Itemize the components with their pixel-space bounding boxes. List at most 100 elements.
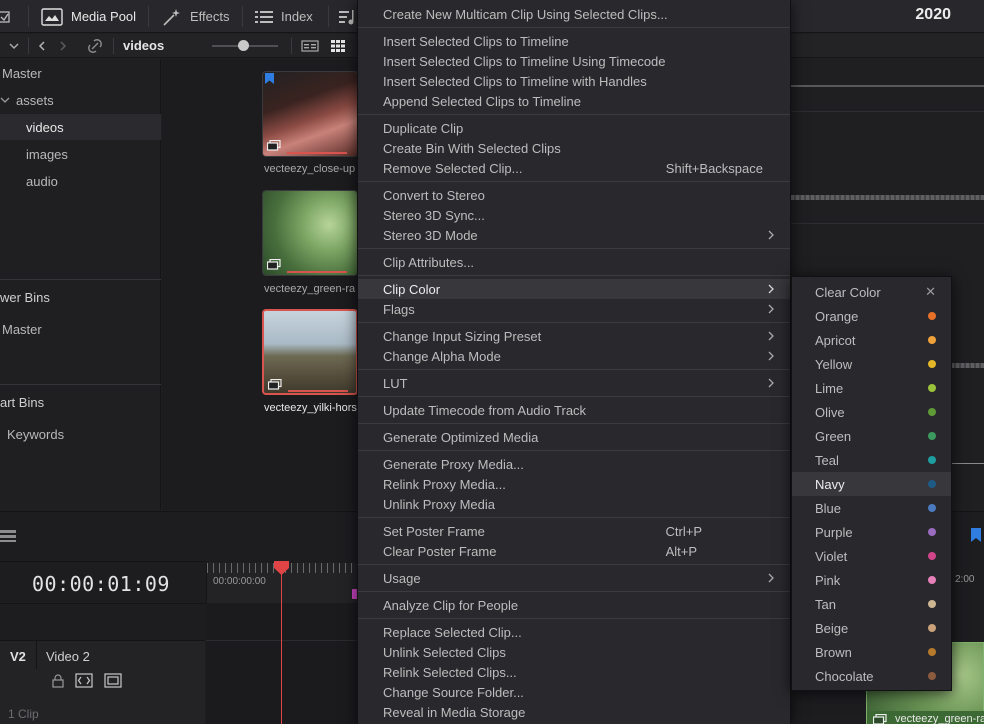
menu-item-insert-handles[interactable]: Insert Selected Clips to Timeline with H…	[358, 71, 790, 91]
menu-separator	[358, 114, 790, 115]
color-item-chocolate[interactable]: Chocolate	[792, 664, 951, 688]
sound-library-button[interactable]	[339, 0, 357, 33]
chevron-down-icon[interactable]	[0, 95, 10, 105]
menu-item-alpha-mode[interactable]: Change Alpha Mode	[358, 346, 790, 366]
checkbox-icon[interactable]	[0, 0, 12, 33]
menu-item-unlink-proxy[interactable]: Unlink Proxy Media	[358, 494, 790, 514]
music-note-icon	[339, 9, 354, 24]
menu-item-convert-stereo[interactable]: Convert to Stereo	[358, 185, 790, 205]
effects-wand-icon	[163, 8, 180, 26]
layout-toggle-icon[interactable]	[0, 528, 18, 544]
menu-item-stereo-sync[interactable]: Stereo 3D Sync...	[358, 205, 790, 225]
color-swatch-icon	[928, 672, 936, 680]
playhead-marker-icon[interactable]	[274, 561, 289, 575]
color-item-label: Clear Color	[815, 284, 881, 300]
menu-item-clip-color[interactable]: Clip Color	[358, 279, 790, 299]
timeline-tracks[interactable]	[206, 603, 358, 724]
chevron-down-icon[interactable]	[8, 41, 20, 51]
toolbar-divider	[28, 38, 29, 54]
menu-item-flags[interactable]: Flags	[358, 299, 790, 319]
color-item-pink[interactable]: Pink	[792, 568, 951, 592]
menu-item-label: Change Input Sizing Preset	[383, 328, 542, 344]
menu-item-remove-clip[interactable]: Remove Selected Clip... Shift+Backspace	[358, 158, 790, 178]
usage-bar	[287, 152, 347, 154]
power-bin-master[interactable]: Master	[0, 316, 161, 342]
menu-item-analyze-people[interactable]: Analyze Clip for People	[358, 595, 790, 615]
power-bins-header: wer Bins	[0, 290, 50, 305]
index-button[interactable]: Index	[255, 0, 313, 33]
auto-select-icon[interactable]	[75, 673, 93, 688]
color-item-label: Tan	[815, 596, 836, 612]
menu-item-change-source[interactable]: Change Source Folder...	[358, 682, 790, 702]
menu-item-usage[interactable]: Usage	[358, 568, 790, 588]
menu-item-input-sizing[interactable]: Change Input Sizing Preset	[358, 326, 790, 346]
menu-item-optimized-media[interactable]: Generate Optimized Media	[358, 427, 790, 447]
color-item-tan[interactable]: Tan	[792, 592, 951, 616]
menu-item-label: Stereo 3D Sync...	[383, 207, 485, 223]
menu-item-duplicate-clip[interactable]: Duplicate Clip	[358, 118, 790, 138]
grid-view-icon[interactable]	[330, 39, 346, 53]
color-item-label: Blue	[815, 500, 842, 516]
color-item-navy[interactable]: Navy	[792, 472, 951, 496]
color-item-teal[interactable]: Teal	[792, 448, 951, 472]
color-item-brown[interactable]: Brown	[792, 640, 951, 664]
menu-item-create-bin[interactable]: Create Bin With Selected Clips	[358, 138, 790, 158]
menu-item-insert-timecode[interactable]: Insert Selected Clips to Timeline Using …	[358, 51, 790, 71]
menu-item-label: Generate Proxy Media...	[383, 456, 524, 472]
chevron-right-icon	[768, 230, 774, 240]
color-item-green[interactable]: Green	[792, 424, 951, 448]
color-item-beige[interactable]: Beige	[792, 616, 951, 640]
menu-item-lut[interactable]: LUT	[358, 373, 790, 393]
color-item-label: Apricot	[815, 332, 856, 348]
forward-arrow-icon[interactable]	[58, 40, 68, 52]
color-item-olive[interactable]: Olive	[792, 400, 951, 424]
clip-thumbnail[interactable]	[262, 71, 358, 157]
menu-item-append-clips[interactable]: Append Selected Clips to Timeline	[358, 91, 790, 111]
color-item-clear-color[interactable]: Clear Color ✕	[792, 280, 951, 304]
menu-item-stereo-mode[interactable]: Stereo 3D Mode	[358, 225, 790, 245]
color-item-orange[interactable]: Orange	[792, 304, 951, 328]
slider-handle[interactable]	[238, 40, 249, 51]
menu-item-update-timecode[interactable]: Update Timecode from Audio Track	[358, 400, 790, 420]
color-item-apricot[interactable]: Apricot	[792, 328, 951, 352]
menu-item-set-poster[interactable]: Set Poster Frame Ctrl+P	[358, 521, 790, 541]
color-item-yellow[interactable]: Yellow	[792, 352, 951, 376]
lock-icon[interactable]	[52, 674, 64, 688]
track-video-icon[interactable]	[104, 673, 122, 688]
clip-thumbnail[interactable]	[262, 190, 358, 276]
menu-item-replace-clip[interactable]: Replace Selected Clip...	[358, 622, 790, 642]
effects-button[interactable]: Effects	[162, 0, 230, 33]
color-item-lime[interactable]: Lime	[792, 376, 951, 400]
menu-item-label: Reveal in Media Storage	[383, 704, 526, 720]
menu-item-create-multicam[interactable]: Create New Multicam Clip Using Selected …	[358, 4, 790, 24]
menu-separator	[358, 618, 790, 619]
color-item-blue[interactable]: Blue	[792, 496, 951, 520]
track-divider	[36, 641, 37, 669]
color-item-purple[interactable]: Purple	[792, 520, 951, 544]
menu-item-clear-poster[interactable]: Clear Poster Frame Alt+P	[358, 541, 790, 561]
clip-thumbnail-selected[interactable]	[262, 309, 358, 395]
back-arrow-icon[interactable]	[37, 40, 47, 52]
menu-item-unlink-clips[interactable]: Unlink Selected Clips	[358, 642, 790, 662]
menu-item-reveal-storage[interactable]: Reveal in Media Storage	[358, 702, 790, 722]
flag-icon[interactable]	[971, 528, 981, 542]
menu-item-relink-clips[interactable]: Relink Selected Clips...	[358, 662, 790, 682]
media-pool-icon	[41, 7, 63, 26]
menu-item-relink-proxy[interactable]: Relink Proxy Media...	[358, 474, 790, 494]
bin-item-master[interactable]: Master	[0, 60, 161, 86]
media-pool-button[interactable]: Media Pool	[41, 0, 136, 33]
bin-item-images[interactable]: images	[0, 141, 161, 167]
bin-item-audio[interactable]: audio	[0, 168, 161, 194]
menu-item-label: Relink Selected Clips...	[383, 664, 517, 680]
menu-item-clip-attributes[interactable]: Clip Attributes...	[358, 252, 790, 272]
menu-item-label: Flags	[383, 301, 415, 317]
list-view-icon[interactable]	[301, 39, 319, 53]
link-off-icon[interactable]	[86, 37, 104, 55]
bin-item-videos[interactable]: videos	[0, 114, 161, 140]
menu-item-insert-clips[interactable]: Insert Selected Clips to Timeline	[358, 31, 790, 51]
menu-item-proxy-media[interactable]: Generate Proxy Media...	[358, 454, 790, 474]
bin-item-assets[interactable]: assets	[0, 87, 161, 113]
clip-label: vecteezy_yilki-hors	[264, 402, 357, 414]
color-item-violet[interactable]: Violet	[792, 544, 951, 568]
smart-bin-keywords[interactable]: Keywords	[0, 421, 161, 447]
